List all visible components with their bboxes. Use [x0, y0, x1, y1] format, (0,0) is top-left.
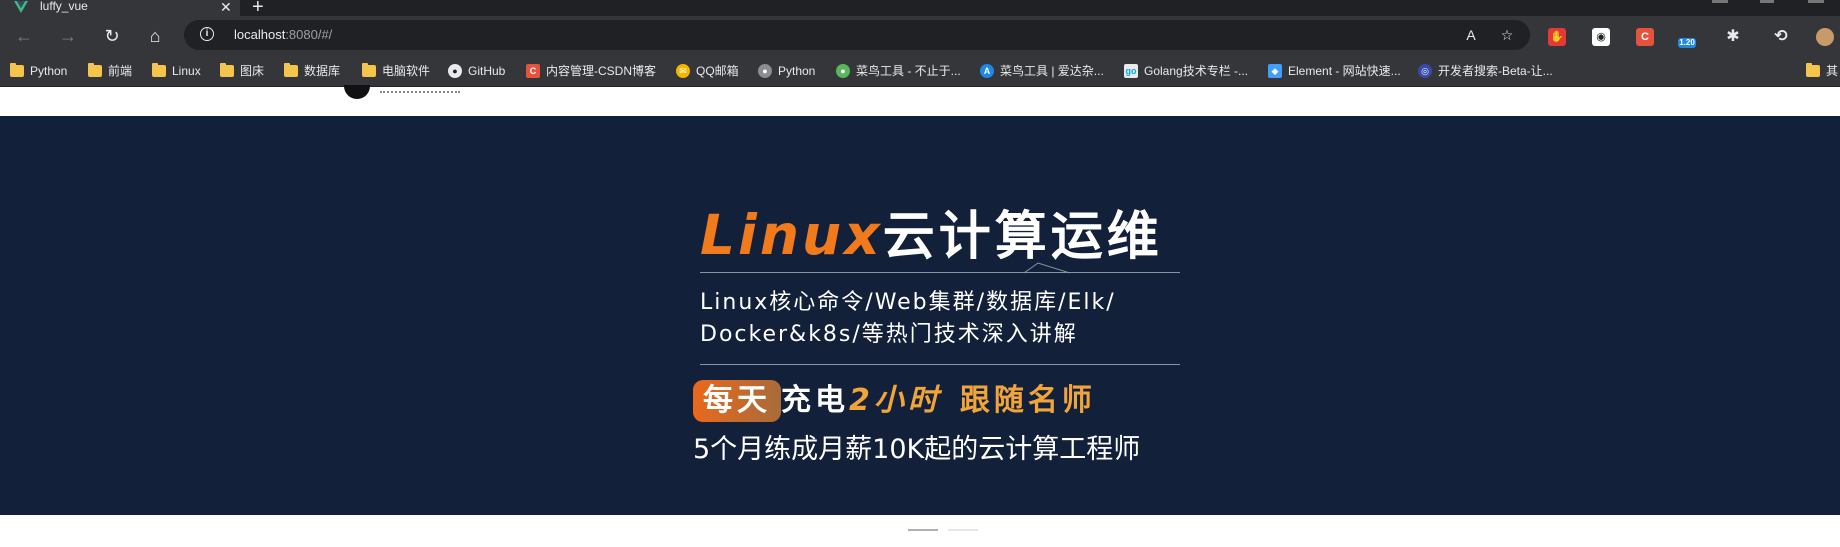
vue-icon [14, 1, 28, 13]
folder-icon [10, 63, 24, 77]
bookmark-runoob-tools[interactable]: ● 菜鸟工具 - 不止于... [836, 63, 961, 79]
headline-title: 云计算运维 [882, 207, 1163, 267]
bookmark-label: 前端 [108, 64, 133, 78]
window-controls [1700, 0, 1840, 16]
url-path: :8080/#/ [285, 27, 333, 42]
divider-notch [1024, 262, 1070, 274]
banner-headline: Linux云计算运维 [700, 194, 1163, 267]
bookmark-python[interactable]: ● Python [758, 63, 815, 79]
address-bar[interactable]: i localhost:8080/#/ A ☆ [184, 20, 1530, 50]
tab-title: luffy_vue [40, 0, 88, 13]
bookmark-github[interactable]: ● GitHub [448, 63, 505, 79]
qqmail-icon: ✉ [676, 64, 690, 78]
dev-search-icon: ◎ [1418, 64, 1432, 78]
bookmark-label: Linux [172, 64, 201, 78]
bookmark-golang[interactable]: go Golang技术专栏 -... [1124, 63, 1248, 79]
bookmark-label: 其 [1826, 64, 1839, 78]
subtitle-line-1: Linux核心命令/Web集群/数据库/Elk/ [700, 290, 1116, 315]
bookmark-folder-other[interactable]: 其 [1806, 63, 1838, 79]
element-icon: ◆ [1268, 64, 1282, 78]
tab-strip: luffy_vue ✕ + [0, 0, 1840, 17]
url-text[interactable]: localhost:8080/#/ [234, 27, 332, 43]
csdn-icon: C [526, 64, 540, 78]
history-icon[interactable]: ⟲ [1772, 28, 1790, 46]
bookmark-label: 图床 [240, 64, 265, 78]
csdn-extension-icon[interactable]: C [1636, 28, 1654, 46]
python-icon: ● [758, 64, 772, 78]
promo-badge: 每天 [693, 380, 781, 422]
github-icon: ● [448, 64, 462, 78]
bookmark-folder-python[interactable]: Python [10, 63, 67, 79]
folder-icon [220, 63, 234, 77]
bookmark-label: GitHub [468, 64, 506, 78]
folder-icon [284, 63, 298, 77]
reload-button[interactable]: ↻ [100, 24, 124, 48]
maximize-button[interactable] [1760, 0, 1774, 3]
runoob-icon: ● [836, 64, 850, 78]
adblock-icon[interactable]: ✋ [1548, 28, 1566, 46]
new-tab-button[interactable]: + [252, 0, 264, 17]
promo-hours: 2小时 [849, 383, 942, 418]
promo-line: 每天 充电2小时 跟随名师 [693, 380, 1096, 422]
headline-linux: Linux [700, 203, 883, 267]
carousel-dot[interactable] [948, 529, 978, 531]
url-host: localhost [234, 27, 286, 42]
bookmark-label: Element - 网站快速... [1288, 64, 1401, 78]
bookmark-folder-image-host[interactable]: 图床 [220, 63, 264, 79]
folder-icon [362, 63, 376, 77]
bookmark-folder-software[interactable]: 电脑软件 [362, 63, 430, 79]
bookmark-label: Python [778, 64, 816, 78]
hero-banner[interactable]: Linux云计算运维 Linux核心命令/Web集群/数据库/Elk/ Dock… [0, 116, 1840, 515]
profile-avatar[interactable] [1816, 28, 1834, 46]
runoob-a-icon: A [980, 64, 994, 78]
divider-top [700, 272, 1180, 273]
bookmark-label: 菜鸟工具 - 不止于... [856, 64, 961, 78]
close-window-button[interactable] [1808, 0, 1824, 3]
folder-icon [88, 63, 102, 77]
site-info-icon[interactable]: i [200, 27, 214, 41]
bookmark-label: QQ邮箱 [696, 64, 739, 78]
bookmark-element[interactable]: ◆ Element - 网站快速... [1268, 63, 1401, 79]
forward-button[interactable]: → [56, 24, 80, 48]
read-aloud-icon[interactable]: A [1462, 26, 1480, 44]
carousel-dot-active[interactable] [908, 529, 938, 531]
bookmark-label: 数据库 [304, 64, 341, 78]
tab-close-icon[interactable]: ✕ [220, 0, 232, 14]
promo-follow-teacher: 跟随名师 [959, 383, 1096, 418]
extensions-puzzle-icon[interactable]: ✱ [1724, 28, 1742, 46]
minimize-button[interactable] [1712, 0, 1728, 3]
bookmark-label: 电脑软件 [382, 64, 431, 78]
bookmark-csdn[interactable]: C 内容管理-CSDN博客 [526, 63, 656, 79]
bookmarks-bar: Python 前端 Linux 图床 数据库 电脑软件 ● GitHub C 内… [0, 54, 1840, 87]
bookmark-label: 菜鸟工具 | 爱达杂... [1000, 64, 1104, 78]
bookmark-folder-database[interactable]: 数据库 [284, 63, 340, 79]
download-extension-icon[interactable]: 1.20 [1678, 38, 1696, 48]
banner-tagline: 5个月练成月薪10K起的云计算工程师 [693, 434, 1141, 465]
navigation-bar: ← → ↻ ⌂ i localhost:8080/#/ A ☆ ✋ ◉ C 1.… [0, 16, 1840, 54]
bookmark-label: Python [30, 64, 68, 78]
tab-luffy-vue[interactable]: luffy_vue ✕ [0, 0, 240, 16]
folder-icon [152, 63, 166, 77]
bookmark-folder-linux[interactable]: Linux [152, 63, 201, 79]
bookmark-folder-frontend[interactable]: 前端 [88, 63, 132, 79]
site-logo-text [380, 87, 460, 93]
bookmark-runoob-aida[interactable]: A 菜鸟工具 | 爱达杂... [980, 63, 1104, 79]
bookmark-label: 内容管理-CSDN博客 [546, 64, 656, 78]
site-logo[interactable] [344, 85, 370, 99]
divider-bottom [700, 364, 1180, 365]
bookmark-label: 开发者搜索-Beta-让... [1438, 64, 1553, 78]
subtitle-line-2: Docker&k8s/等热门技术深入讲解 [700, 322, 1078, 347]
bookmark-label: Golang技术专栏 -... [1144, 64, 1249, 78]
promo-charge: 充电 [781, 383, 849, 418]
folder-icon [1806, 63, 1820, 77]
home-button[interactable]: ⌂ [143, 24, 167, 48]
golang-icon: go [1124, 64, 1138, 78]
bookmark-qqmail[interactable]: ✉ QQ邮箱 [676, 63, 739, 79]
reader-extension-icon[interactable]: ◉ [1592, 28, 1610, 46]
back-button[interactable]: ← [12, 24, 36, 48]
page-viewport: Linux云计算运维 Linux核心命令/Web集群/数据库/Elk/ Dock… [0, 85, 1840, 547]
add-favorite-icon[interactable]: ☆ [1498, 26, 1516, 44]
bookmark-dev-search[interactable]: ◎ 开发者搜索-Beta-让... [1418, 63, 1553, 79]
